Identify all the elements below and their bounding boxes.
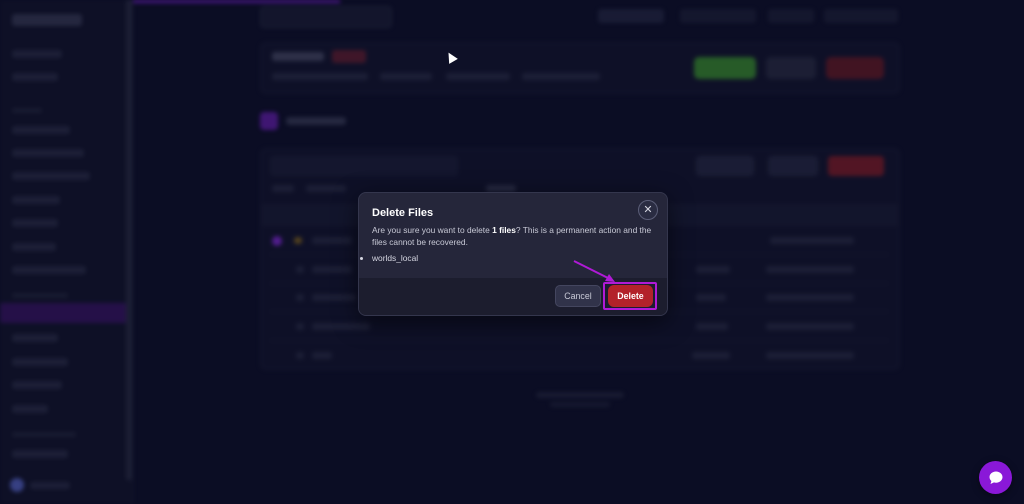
file-name: [312, 237, 352, 244]
sidebar-item: [12, 358, 68, 366]
sidebar-item: [12, 243, 56, 251]
delete-files-dialog: Delete Files ✕ Are you sure you want to …: [358, 192, 668, 316]
start-button: [694, 57, 756, 79]
file-date: [770, 237, 854, 244]
chat-bubble-icon[interactable]: [979, 461, 1012, 494]
sidebar-item: [12, 126, 70, 134]
footer-text: [536, 392, 624, 398]
file-icon: [296, 323, 304, 330]
sidebar-section-heading: [12, 108, 42, 113]
file-name: [312, 294, 356, 301]
file-size: [696, 294, 726, 301]
file-date: [766, 266, 854, 273]
file-size: [696, 266, 730, 273]
file-icon: [296, 266, 304, 273]
file-size: [696, 323, 728, 330]
top-link: [824, 9, 898, 23]
file-date: [766, 323, 854, 330]
sidebar-item: [12, 334, 58, 342]
file-manager-title: [286, 117, 346, 125]
status-badge: [332, 50, 366, 63]
sidebar-item: [12, 73, 58, 81]
list-item: worlds_local: [372, 253, 418, 263]
archive-button: [696, 156, 754, 176]
file-icon: [296, 294, 304, 301]
file-name: [312, 266, 352, 273]
top-search-input: [260, 6, 392, 28]
server-meta: [272, 73, 368, 80]
breadcrumb: [306, 185, 346, 192]
sidebar-item: [12, 196, 60, 204]
file-name: [312, 352, 332, 359]
file-search-input: [270, 156, 458, 176]
chat-icon: [989, 471, 1002, 484]
sidebar-section-heading: [12, 432, 76, 437]
delete-button[interactable]: Delete: [608, 285, 653, 307]
file-date: [766, 294, 854, 301]
dialog-message: Are you sure you want to delete 1 files?…: [372, 225, 660, 248]
top-link: [680, 9, 756, 23]
row-divider: [270, 340, 888, 341]
sidebar-item: [12, 266, 86, 274]
breadcrumb: [486, 185, 516, 192]
sidebar-item-active: [0, 303, 126, 323]
sidebar-item: [12, 50, 62, 58]
user-name: [30, 482, 70, 489]
cancel-button[interactable]: Cancel: [555, 285, 601, 307]
stop-button: [826, 57, 884, 79]
sidebar-item: [12, 172, 90, 180]
sidebar-item: [12, 219, 58, 227]
dialog-title: Delete Files: [372, 207, 434, 219]
sidebar-section-heading: [12, 293, 68, 298]
sidebar-item: [12, 149, 84, 157]
app-logo: [12, 14, 82, 26]
file-manager-icon: [260, 112, 278, 130]
sidebar-item: [12, 450, 68, 458]
delete-files-button: [828, 156, 884, 176]
restart-button: [766, 57, 816, 79]
file-list: worlds_local: [362, 253, 418, 263]
file-icon: [296, 352, 304, 359]
file-size: [692, 352, 730, 359]
row-checkbox: [272, 236, 282, 246]
file-name: [312, 323, 370, 330]
top-button: [598, 9, 664, 23]
sidebar-item: [12, 405, 48, 413]
close-icon[interactable]: ✕: [638, 200, 658, 220]
annotation-arrow-icon: [573, 260, 615, 282]
file-date: [766, 352, 854, 359]
server-meta: [446, 73, 510, 80]
sidebar: [0, 0, 133, 504]
footer-text: [550, 402, 610, 407]
breadcrumb: [272, 185, 294, 192]
move-button: [768, 156, 818, 176]
server-name: [272, 52, 324, 61]
folder-icon: [294, 237, 302, 244]
dialog-footer: Cancel Delete: [359, 278, 667, 315]
sidebar-scrollbar: [126, 0, 132, 480]
avatar: [10, 478, 24, 492]
sidebar-item: [12, 381, 62, 389]
dialog-message-prefix: Are you sure you want to delete: [372, 225, 493, 235]
dialog-file-count: 1 files: [492, 225, 516, 235]
top-link: [768, 9, 814, 23]
server-meta: [380, 73, 432, 80]
server-meta: [522, 73, 600, 80]
